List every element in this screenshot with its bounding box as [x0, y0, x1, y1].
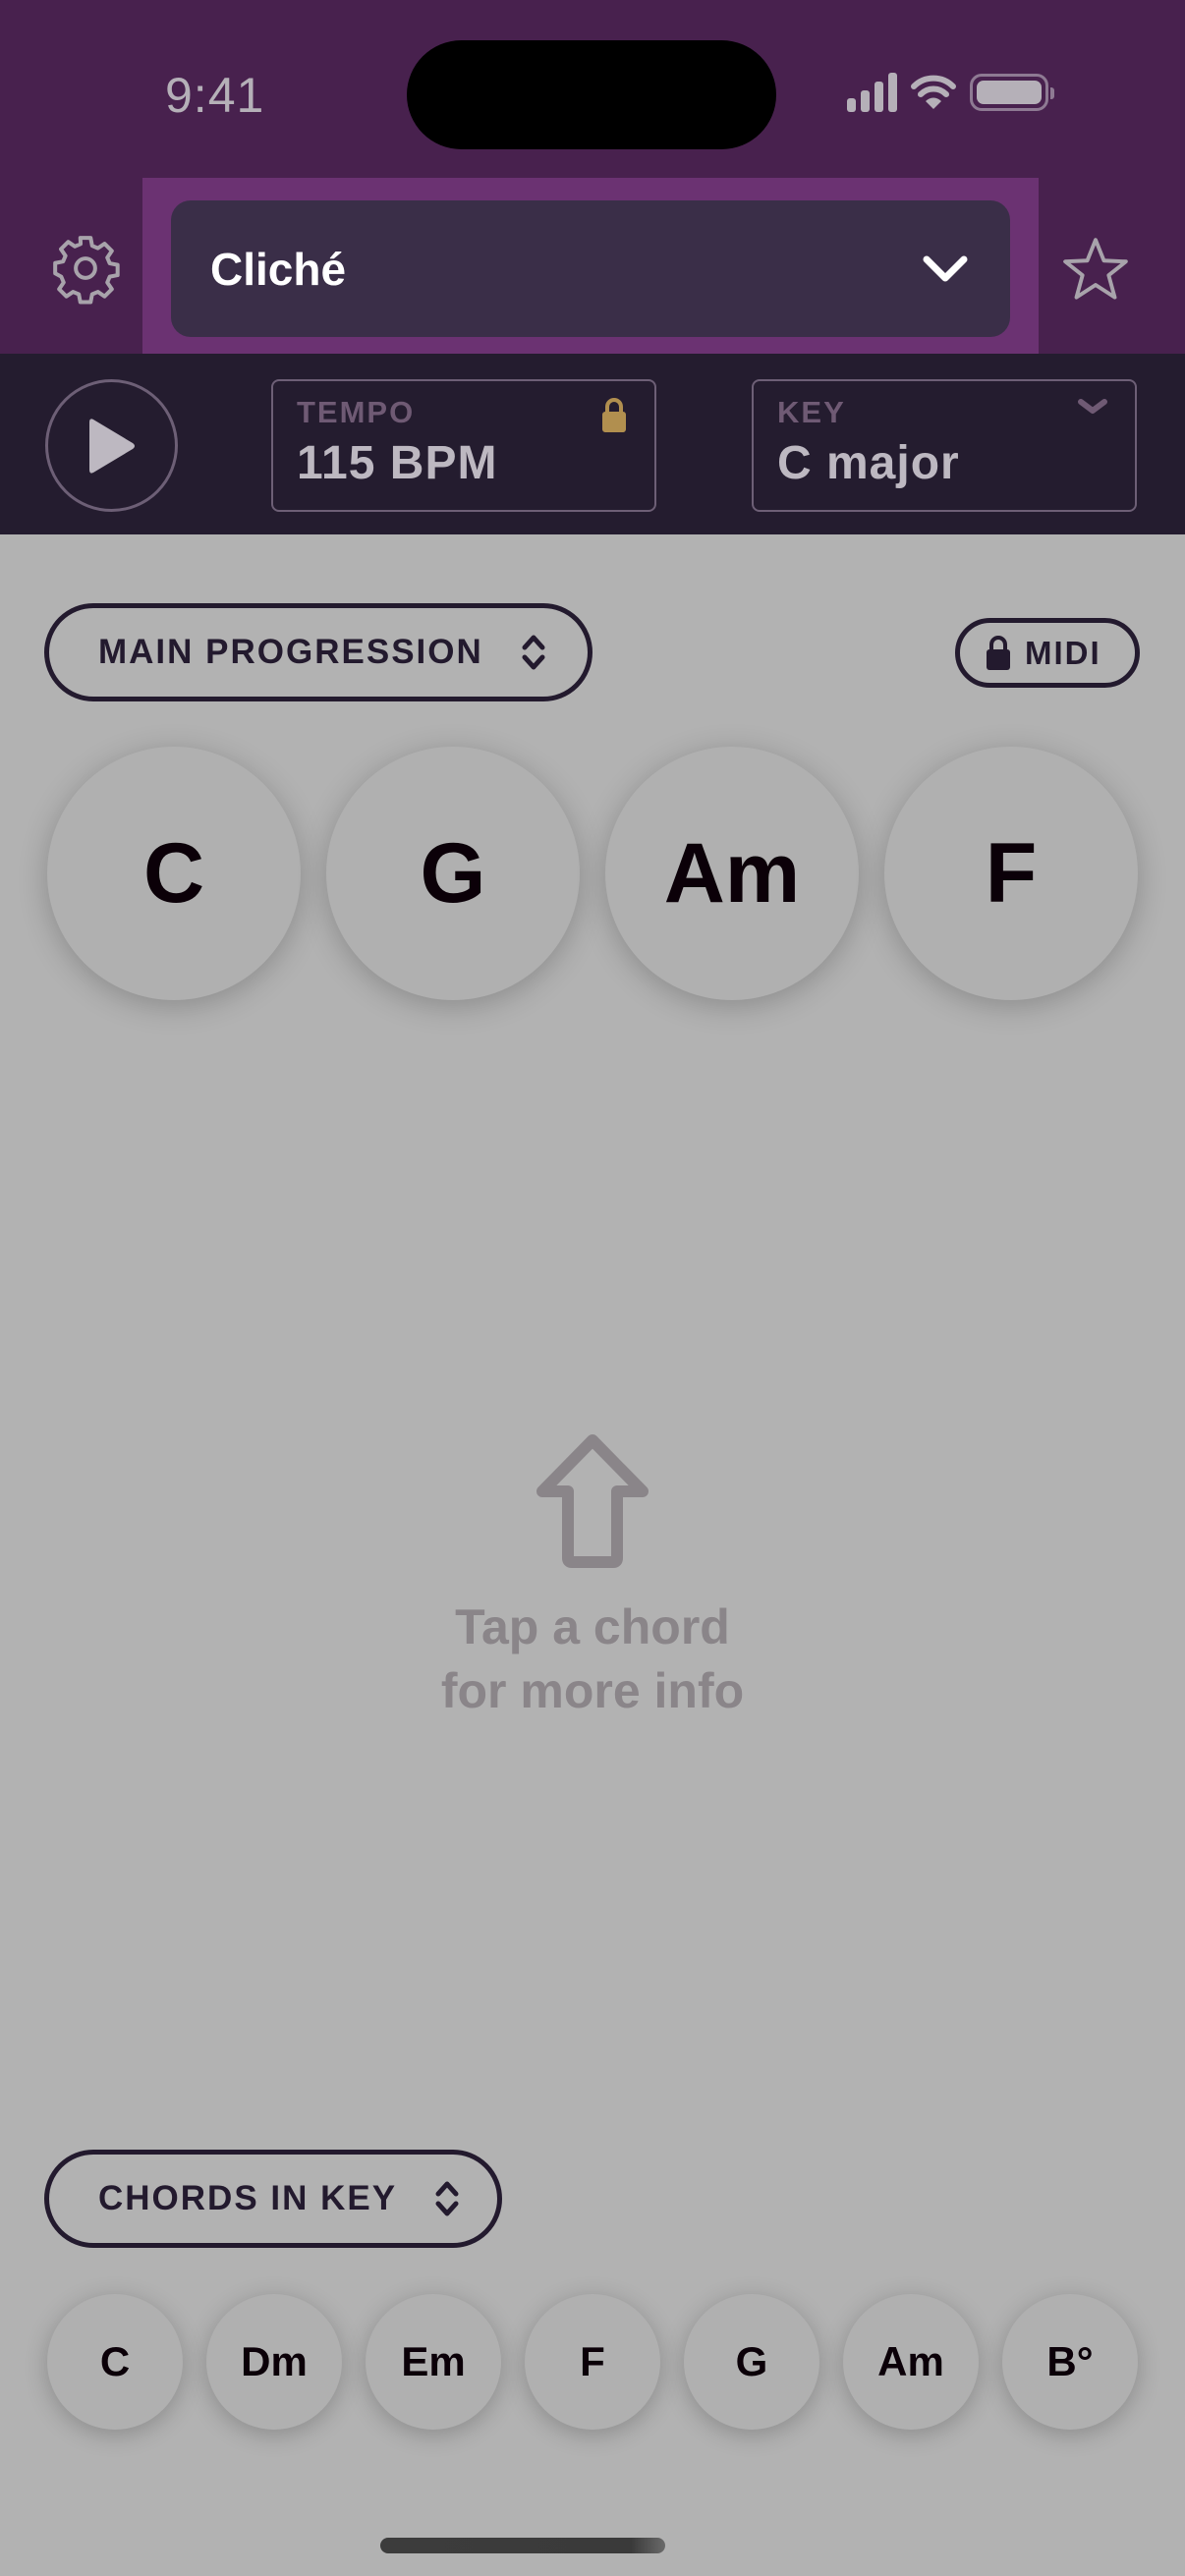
key-chord[interactable]: Em	[366, 2294, 501, 2430]
wifi-icon	[911, 75, 956, 109]
key-chords: C Dm Em F G Am B°	[47, 2294, 1138, 2430]
key-chord[interactable]: Dm	[206, 2294, 342, 2430]
key-chord[interactable]: C	[47, 2294, 183, 2430]
up-down-chevron-icon	[522, 635, 545, 670]
gear-icon[interactable]	[49, 232, 122, 305]
tempo-value: 115 BPM	[297, 437, 498, 489]
progression-chord[interactable]: F	[884, 747, 1138, 1000]
star-icon[interactable]	[1057, 232, 1134, 308]
arrow-up-icon	[536, 1434, 649, 1568]
chords-in-key-selector[interactable]: CHORDS IN KEY	[44, 2150, 502, 2248]
up-down-chevron-icon	[435, 2181, 459, 2216]
progression-chords: C G Am F	[47, 747, 1138, 1000]
chevron-down-icon	[923, 255, 968, 281]
lock-icon	[987, 635, 1010, 670]
key-chord[interactable]: Am	[843, 2294, 979, 2430]
battery-icon	[970, 74, 1054, 111]
midi-label: MIDI	[1025, 634, 1101, 671]
progression-chord[interactable]: G	[326, 747, 580, 1000]
lock-icon	[602, 398, 626, 432]
home-indicator[interactable]	[380, 2538, 665, 2553]
progression-chord[interactable]: Am	[605, 747, 859, 1000]
dynamic-island	[407, 40, 776, 149]
status-time: 9:41	[165, 68, 265, 123]
hint-line-1: Tap a chord	[455, 1599, 730, 1654]
hint-line-2: for more info	[440, 1663, 745, 1718]
song-selector[interactable]: Cliché	[171, 200, 1010, 337]
key-label: KEY	[777, 395, 846, 429]
key-field[interactable]: KEY C major	[752, 379, 1137, 512]
play-button[interactable]	[45, 379, 178, 512]
status-icons	[847, 73, 1054, 112]
key-chord[interactable]: F	[525, 2294, 660, 2430]
play-icon	[88, 418, 135, 474]
progression-chord[interactable]: C	[47, 747, 301, 1000]
midi-button[interactable]: MIDI	[955, 618, 1140, 688]
header: 9:41 Cliché	[0, 0, 1185, 354]
chord-info-hint: Tap a chord for more info	[0, 1434, 1185, 1723]
key-value: C major	[777, 437, 960, 489]
progression-selector-label: MAIN PROGRESSION	[98, 633, 483, 671]
key-chord[interactable]: G	[684, 2294, 819, 2430]
chevron-down-icon	[1078, 399, 1107, 414]
chords-in-key-label: CHORDS IN KEY	[98, 2179, 398, 2217]
progression-selector[interactable]: MAIN PROGRESSION	[44, 603, 592, 701]
tempo-field[interactable]: TEMPO 115 BPM	[271, 379, 656, 512]
cellular-signal-icon	[847, 73, 897, 112]
tempo-label: TEMPO	[297, 395, 416, 429]
key-chord[interactable]: B°	[1002, 2294, 1138, 2430]
song-title: Cliché	[210, 243, 347, 295]
